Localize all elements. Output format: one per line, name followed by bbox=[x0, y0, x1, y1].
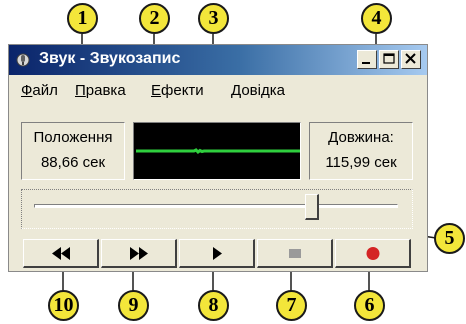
position-label: Положення bbox=[33, 129, 113, 146]
menu-bar: Файл Правка Ефекти Довідка bbox=[9, 77, 427, 103]
play-button[interactable] bbox=[179, 239, 255, 268]
play-icon bbox=[213, 247, 222, 260]
sound-recorder-icon bbox=[16, 53, 30, 67]
length-panel: Довжина: 115,99 сек bbox=[309, 122, 413, 180]
menu-help[interactable]: Довідка bbox=[231, 82, 285, 99]
position-value: 88,66 сек bbox=[40, 154, 106, 171]
slider-thumb[interactable] bbox=[305, 194, 320, 220]
menu-file[interactable]: Файл bbox=[21, 82, 58, 99]
callout-4: 4 bbox=[361, 3, 392, 34]
minimize-button[interactable] bbox=[357, 50, 377, 69]
fast-forward-icon bbox=[130, 247, 148, 260]
callout-5: 5 bbox=[434, 223, 465, 254]
length-value: 115,99 сек bbox=[325, 154, 397, 171]
menu-effects[interactable]: Ефекти bbox=[151, 82, 204, 99]
callout-7: 7 bbox=[276, 290, 307, 321]
position-panel: Положення 88,66 сек bbox=[21, 122, 125, 180]
stop-icon bbox=[289, 249, 301, 258]
sound-recorder-window: Звук - Звукозапис Файл Правка Ефекти Дов… bbox=[8, 44, 428, 272]
seek-end-button[interactable] bbox=[101, 239, 177, 268]
stop-button[interactable] bbox=[257, 239, 333, 268]
window-title: Звук - Звукозапис bbox=[39, 50, 181, 67]
position-slider[interactable] bbox=[21, 189, 413, 229]
title-bar: Звук - Звукозапис bbox=[9, 45, 427, 75]
waveform bbox=[136, 148, 300, 154]
callout-9: 9 bbox=[118, 290, 149, 321]
record-icon bbox=[366, 247, 380, 260]
record-button[interactable] bbox=[335, 239, 411, 268]
maximize-button[interactable] bbox=[379, 50, 399, 69]
close-icon bbox=[405, 53, 416, 64]
callout-1: 1 bbox=[67, 3, 98, 34]
callout-2: 2 bbox=[139, 3, 170, 34]
callout-10: 10 bbox=[48, 290, 79, 321]
close-button[interactable] bbox=[401, 50, 421, 69]
seek-start-button[interactable] bbox=[23, 239, 99, 268]
maximize-icon bbox=[383, 53, 395, 64]
callout-6: 6 bbox=[354, 290, 385, 321]
waveform-display bbox=[133, 122, 301, 180]
rewind-icon bbox=[52, 247, 70, 260]
callout-3: 3 bbox=[198, 3, 229, 34]
minimize-icon bbox=[362, 62, 370, 64]
slider-track bbox=[34, 204, 398, 208]
menu-edit[interactable]: Правка bbox=[75, 82, 126, 99]
length-label: Довжина: bbox=[328, 129, 394, 146]
callout-8: 8 bbox=[198, 290, 229, 321]
